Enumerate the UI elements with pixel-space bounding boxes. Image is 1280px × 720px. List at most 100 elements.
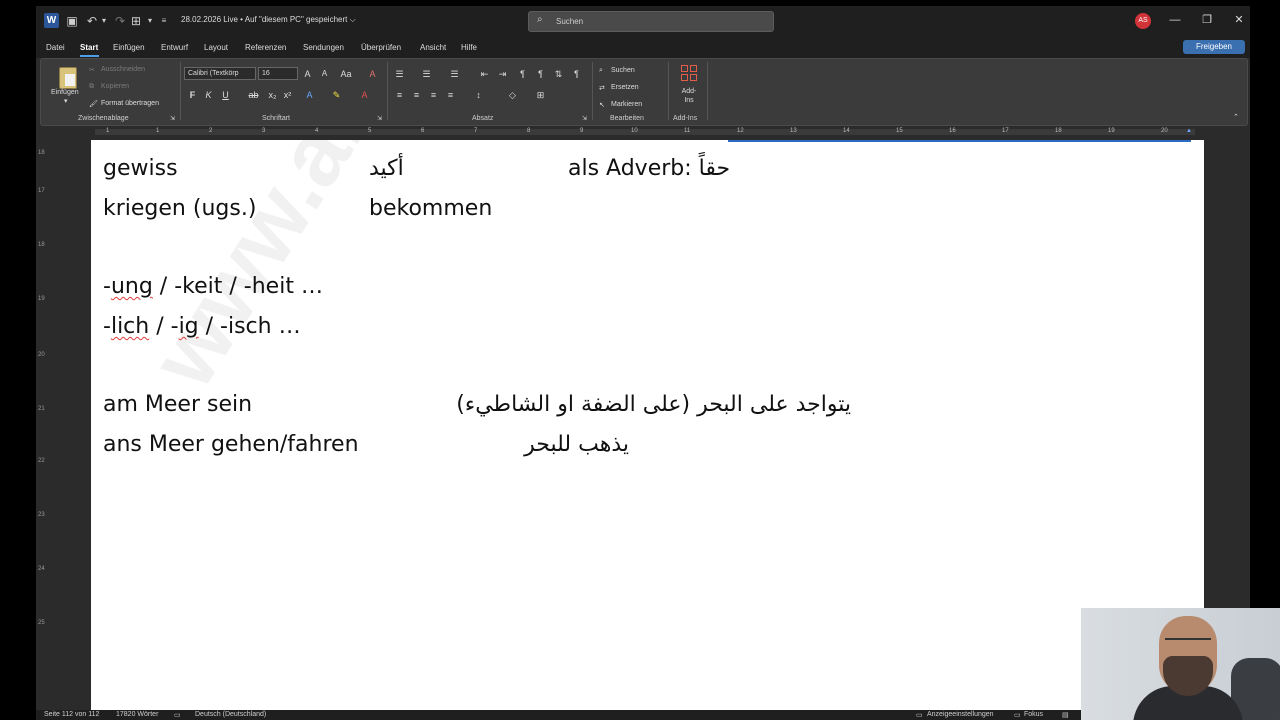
bullets-icon[interactable]: ☰ bbox=[394, 69, 405, 79]
subscript-icon[interactable]: x₂ bbox=[267, 90, 278, 100]
line-spacing-icon[interactable]: ↕ bbox=[473, 90, 484, 100]
tab-hilfe[interactable]: Hilfe bbox=[461, 43, 477, 52]
clear-formatting-icon[interactable]: A bbox=[367, 69, 378, 79]
text-fragment: - bbox=[103, 274, 111, 299]
format-painter-button[interactable]: Format übertragen bbox=[101, 100, 159, 107]
show-marks-icon[interactable]: ¶ bbox=[571, 69, 582, 79]
misspelled-word[interactable]: ig bbox=[179, 314, 199, 339]
cut-button[interactable]: Ausschneiden bbox=[101, 66, 145, 73]
ruler-number: 1 bbox=[106, 128, 110, 134]
ruler-number: 20 bbox=[1161, 128, 1168, 134]
ruler-number: 16 bbox=[949, 128, 956, 134]
word-count[interactable]: 17820 Wörter bbox=[116, 711, 158, 718]
tab-einfuegen[interactable]: Einfügen bbox=[113, 43, 145, 52]
italic-icon[interactable]: K bbox=[203, 90, 214, 100]
ruler-number: 4 bbox=[315, 128, 319, 134]
rtl-direction-icon[interactable]: ¶ bbox=[535, 69, 546, 79]
justify-icon[interactable]: ≡ bbox=[445, 90, 456, 100]
webcam-overlay bbox=[1081, 608, 1280, 720]
tab-start[interactable]: Start bbox=[80, 43, 98, 52]
proofing-icon[interactable]: ▭ bbox=[174, 711, 181, 719]
select-icon[interactable]: ↖ bbox=[599, 101, 605, 109]
tab-datei[interactable]: Datei bbox=[46, 43, 65, 52]
redo-icon[interactable]: ↷ bbox=[112, 13, 128, 29]
text-fragment: isch bbox=[227, 314, 272, 339]
multilevel-list-icon[interactable]: ☰ bbox=[449, 69, 460, 79]
close-icon[interactable]: ✕ bbox=[1232, 13, 1246, 27]
vruler-number: 20 bbox=[38, 352, 45, 358]
copy-icon[interactable]: ⧉ bbox=[89, 83, 94, 91]
paste-button[interactable]: Einfügen bbox=[51, 89, 79, 96]
document-page[interactable]: www.ahme gewiss أكيد als Adverb: حقاً kr… bbox=[91, 140, 1204, 710]
undo-dropdown-icon[interactable]: ▾ bbox=[96, 13, 112, 29]
copy-button[interactable]: Kopieren bbox=[101, 83, 129, 90]
language-indicator[interactable]: Deutsch (Deutschland) bbox=[195, 711, 266, 718]
numbering-icon[interactable]: ☰ bbox=[421, 69, 432, 79]
align-center-icon[interactable]: ≡ bbox=[411, 90, 422, 100]
find-button[interactable]: Suchen bbox=[611, 67, 635, 74]
add-ins-button[interactable]: Add-Ins bbox=[677, 87, 701, 105]
change-case-icon[interactable]: Aa bbox=[338, 69, 354, 79]
minimize-icon[interactable]: — bbox=[1168, 13, 1182, 27]
misspelled-word[interactable]: lich bbox=[111, 314, 149, 339]
tab-sendungen[interactable]: Sendungen bbox=[303, 43, 344, 52]
display-settings-icon[interactable]: ▭ bbox=[916, 711, 923, 719]
vertical-ruler[interactable]: 18 17 18 19 20 21 22 23 24 25 bbox=[36, 140, 48, 710]
search-box[interactable]: ⌕ Suchen bbox=[528, 11, 774, 32]
superscript-icon[interactable]: x² bbox=[282, 90, 293, 100]
tab-entwurf[interactable]: Entwurf bbox=[161, 43, 188, 52]
font-launcher-icon[interactable]: ⇲ bbox=[377, 115, 382, 122]
customize-qat-icon[interactable]: ≡ bbox=[156, 13, 172, 29]
horizontal-ruler[interactable]: 1 1 2 3 4 5 6 7 8 9 10 11 12 13 14 15 16… bbox=[40, 126, 1210, 138]
tab-ueberpruefen[interactable]: Überprüfen bbox=[361, 43, 401, 52]
increase-indent-icon[interactable]: ⇥ bbox=[497, 69, 508, 79]
paste-icon[interactable] bbox=[59, 67, 77, 89]
replace-button[interactable]: Ersetzen bbox=[611, 84, 639, 91]
strikethrough-icon[interactable]: ab bbox=[248, 90, 259, 100]
highlight-icon[interactable]: ✎ bbox=[331, 90, 342, 100]
tab-layout[interactable]: Layout bbox=[204, 43, 228, 52]
hyperlink-underline bbox=[728, 140, 1191, 142]
font-color-icon[interactable]: A bbox=[359, 90, 370, 100]
borders-icon[interactable]: ⊞ bbox=[535, 90, 546, 100]
right-indent-marker-icon[interactable]: ▲ bbox=[1186, 128, 1192, 134]
shrink-font-icon[interactable]: A bbox=[319, 69, 330, 79]
align-right-icon[interactable]: ≡ bbox=[428, 90, 439, 100]
sort-icon[interactable]: ⇅ bbox=[553, 69, 564, 79]
display-settings-button[interactable]: Anzeigeeinstellungen bbox=[927, 711, 994, 718]
add-ins-icon[interactable] bbox=[681, 65, 697, 81]
tab-ansicht[interactable]: Ansicht bbox=[420, 43, 446, 52]
grow-font-icon[interactable]: A bbox=[302, 69, 313, 79]
replace-icon[interactable]: ⇄ bbox=[599, 84, 605, 92]
avatar[interactable]: AS bbox=[1135, 13, 1151, 29]
page-count[interactable]: Seite 112 von 112 bbox=[44, 711, 99, 718]
tab-referenzen[interactable]: Referenzen bbox=[245, 43, 286, 52]
font-name-select[interactable]: Calibri (Textkörp bbox=[184, 67, 256, 80]
underline-icon[interactable]: U bbox=[220, 90, 231, 100]
ltr-direction-icon[interactable]: ¶ bbox=[517, 69, 528, 79]
text-fragment: keit bbox=[182, 274, 223, 299]
share-button[interactable]: Freigeben bbox=[1183, 40, 1245, 54]
select-button[interactable]: Markieren bbox=[611, 101, 642, 108]
autosave-icon[interactable]: ▣ bbox=[64, 13, 80, 29]
text-effects-icon[interactable]: A bbox=[304, 90, 315, 100]
collapse-ribbon-icon[interactable]: ⌃ bbox=[1233, 113, 1239, 121]
read-mode-icon[interactable]: ▤ bbox=[1062, 711, 1069, 719]
paragraph-launcher-icon[interactable]: ⇲ bbox=[582, 115, 587, 122]
cut-icon[interactable]: ✂ bbox=[89, 66, 95, 74]
paste-dropdown-icon[interactable]: ▾ bbox=[64, 97, 68, 105]
font-size-select[interactable]: 16 bbox=[258, 67, 298, 80]
misspelled-word[interactable]: ung bbox=[111, 274, 153, 299]
shading-icon[interactable]: ◇ bbox=[507, 90, 518, 100]
clipboard-launcher-icon[interactable]: ⇲ bbox=[170, 115, 175, 122]
focus-button[interactable]: Fokus bbox=[1024, 711, 1043, 718]
decrease-indent-icon[interactable]: ⇤ bbox=[479, 69, 490, 79]
document-title[interactable]: 28.02.2026 Live • Auf "diesem PC" gespei… bbox=[181, 15, 356, 25]
find-icon[interactable]: ⌕ bbox=[599, 67, 603, 75]
bold-icon[interactable]: F bbox=[187, 90, 198, 100]
restore-icon[interactable]: ❐ bbox=[1200, 13, 1214, 27]
focus-icon[interactable]: ▭ bbox=[1014, 711, 1021, 719]
suffix-list-adjectives: -lich / -ig / -isch … bbox=[103, 314, 301, 340]
align-left-icon[interactable]: ≡ bbox=[394, 90, 405, 100]
format-painter-icon[interactable]: 🖌 bbox=[89, 100, 98, 108]
